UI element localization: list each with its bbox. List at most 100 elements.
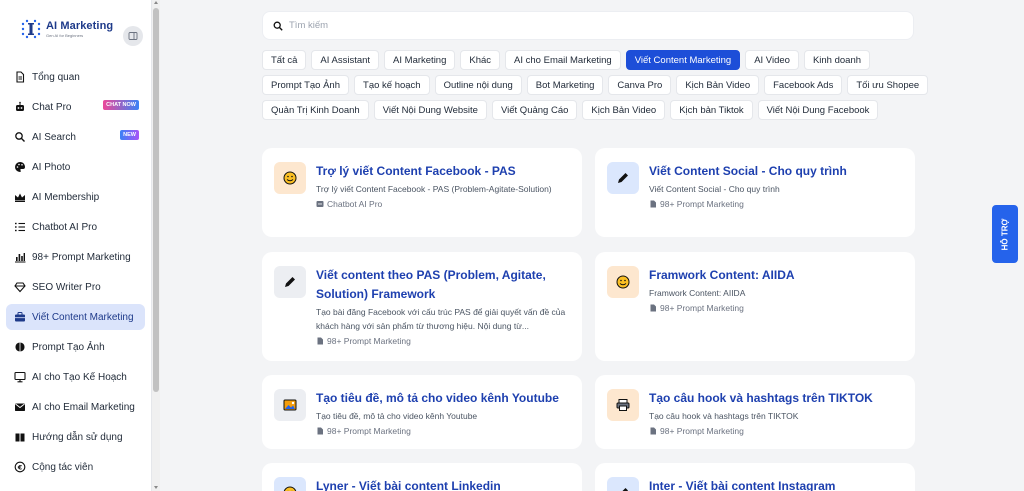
prompt-card[interactable]: Tạo câu hook và hashtags trên TIKTOK Tạo… — [595, 375, 915, 449]
sidebar-item-label: AI cho Email Marketing — [32, 401, 135, 413]
tag-tat-ca[interactable]: Tất cả — [262, 50, 307, 70]
prompt-card[interactable]: Inter - Viết bài content Instagram — [595, 463, 915, 491]
sidebar-item-huong-dan[interactable]: Hướng dẫn sử dụng — [6, 424, 145, 450]
document-icon — [317, 337, 323, 345]
tag-viet-quang-cao[interactable]: Viết Quảng Cáo — [491, 100, 578, 120]
sidebar-item-cong-tac-vien[interactable]: € Cộng tác viên — [6, 454, 145, 480]
tag-bot-marketing[interactable]: Bot Marketing — [526, 75, 604, 95]
tag-ai-marketing[interactable]: AI Marketing — [384, 50, 456, 70]
card-description: Tạo câu hook và hashtags trên TIKTOK — [649, 411, 799, 421]
tag-outline-noi-dung[interactable]: Outline nội dung — [434, 75, 522, 95]
tag-ai-assistant[interactable]: AI Assistant — [311, 50, 380, 70]
sidebar-item-label: Viết Content Marketing — [32, 311, 134, 323]
sidebar-item-ai-tao-ke-hoach[interactable]: AI cho Tạo Kế Hoạch — [6, 364, 145, 390]
tag-kich-ban-video[interactable]: Kịch Bản Video — [676, 75, 760, 95]
card-title: Trợ lý viết Content Facebook - PAS — [316, 164, 516, 178]
tag-kinh-doanh[interactable]: Kinh doanh — [803, 50, 871, 70]
tag-ai-email-marketing[interactable]: AI cho Email Marketing — [505, 50, 621, 70]
sidebar-item-ai-email-marketing[interactable]: AI cho Email Marketing — [6, 394, 145, 420]
sidebar-item-chatbot-ai-pro[interactable]: Chatbot AI Pro — [6, 214, 145, 240]
tag-viet-content-marketing[interactable]: Viết Content Marketing — [625, 50, 741, 70]
card-source: 98+ Prompt Marketing — [649, 303, 903, 313]
scroll-up-icon[interactable] — [154, 1, 158, 4]
picture-icon — [283, 399, 297, 411]
card-source: 98+ Prompt Marketing — [316, 426, 570, 436]
search-bar[interactable] — [262, 11, 914, 40]
sidebar-item-seo-writer-pro[interactable]: SEO Writer Pro — [6, 274, 145, 300]
smiley-icon — [616, 275, 630, 289]
prompt-card[interactable]: Trợ lý viết Content Facebook - PAS Trợ l… — [262, 148, 582, 237]
smiley-icon — [283, 171, 297, 185]
document-icon — [14, 71, 26, 83]
support-button[interactable]: HỖ TRỢ — [992, 205, 1018, 263]
book-icon — [14, 431, 26, 443]
prompt-card[interactable]: Framwork Content: AIIDA Framwork Content… — [595, 252, 915, 361]
card-source-label: Chatbot AI Pro — [327, 199, 383, 209]
prompt-card[interactable]: Tạo tiêu đề, mô tả cho video kênh Youtub… — [262, 375, 582, 449]
tag-canva-pro[interactable]: Canva Pro — [608, 75, 672, 95]
sidebar-item-ai-search[interactable]: AI Search NEW — [6, 124, 145, 150]
pen-icon — [622, 488, 628, 491]
category-tags: Tất cả AI Assistant AI Marketing Khác AI… — [262, 50, 929, 125]
tag-tao-ke-hoach[interactable]: Tạo kế hoạch — [354, 75, 430, 95]
sidebar-item-viet-content-marketing[interactable]: Viết Content Marketing — [6, 304, 145, 330]
card-source: Chatbot AI Pro — [316, 199, 570, 209]
card-source-label: 98+ Prompt Marketing — [327, 426, 411, 436]
sidebar-item-ai-membership[interactable]: AI Membership — [6, 184, 145, 210]
sidebar-item-ai-photo[interactable]: AI Photo — [6, 154, 145, 180]
tag-row: Prompt Tạo Ảnh Tạo kế hoạch Outline nội … — [262, 75, 929, 95]
mail-icon — [14, 401, 26, 413]
document-icon — [650, 200, 656, 208]
document-icon — [650, 304, 656, 312]
pen-icon — [618, 173, 628, 183]
tag-viet-noi-dung-website[interactable]: Viết Nội Dung Website — [373, 100, 487, 120]
sidebar-item-label: AI Photo — [32, 161, 71, 173]
card-icon-container — [607, 389, 639, 421]
tag-khac[interactable]: Khác — [460, 50, 501, 70]
sidebar-item-tong-quan[interactable]: Tổng quan — [6, 64, 145, 90]
tag-kich-ban-tiktok[interactable]: Kịch bản Tiktok — [670, 100, 753, 120]
scrollbar-thumb[interactable] — [153, 8, 159, 392]
card-icon-container — [274, 162, 306, 194]
tag-kich-ban-video-2[interactable]: Kịch Bản Video — [582, 100, 666, 120]
sidebar-item-chat-pro[interactable]: Chat Pro CHAT NOW — [6, 94, 145, 120]
tag-viet-noi-dung-facebook[interactable]: Viết Nội Dung Facebook — [757, 100, 879, 120]
document-icon — [650, 427, 656, 435]
tag-toi-uu-shopee[interactable]: Tối ưu Shopee — [847, 75, 929, 95]
prompt-card[interactable]: Viết content theo PAS (Problem, Agitate,… — [262, 252, 582, 361]
brand[interactable]: AI Marketing Gen AI for Beginners — [0, 0, 151, 58]
brain-icon — [14, 341, 26, 353]
card-description: Trợ lý viết Content Facebook - PAS (Prob… — [316, 184, 552, 194]
tag-quan-tri-kinh-doanh[interactable]: Quản Trị Kinh Doanh — [262, 100, 369, 120]
bot-icon — [316, 201, 324, 207]
sidebar-item-label: AI cho Tạo Kế Hoạch — [32, 371, 127, 383]
coin-icon: € — [14, 461, 26, 473]
card-title: Viết Content Social - Cho quy trình — [649, 164, 847, 178]
collapse-sidebar-button[interactable] — [123, 26, 143, 46]
prompt-card[interactable]: Lyner - Viết bài content Linkedin — [262, 463, 582, 491]
sidebar-item-prompt-tao-anh[interactable]: Prompt Tạo Ảnh — [6, 334, 145, 360]
brand-subtitle: Gen AI for Beginners — [46, 33, 84, 38]
scroll-down-icon[interactable] — [154, 486, 158, 489]
sidebar-scrollbar[interactable] — [152, 0, 160, 491]
sidebar: AI Marketing Gen AI for Beginners Tổng q… — [0, 0, 152, 491]
main-content: Tất cả AI Assistant AI Marketing Khác AI… — [160, 0, 1024, 491]
card-source: 98+ Prompt Marketing — [649, 426, 903, 436]
sidebar-item-98-prompt-marketing[interactable]: 98+ Prompt Marketing — [6, 244, 145, 270]
tag-prompt-tao-anh[interactable]: Prompt Tạo Ảnh — [262, 75, 350, 95]
search-input[interactable] — [289, 20, 889, 31]
card-source-label: 98+ Prompt Marketing — [660, 426, 744, 436]
card-source: 98+ Prompt Marketing — [316, 336, 570, 346]
tag-facebook-ads[interactable]: Facebook Ads — [764, 75, 843, 95]
logo-icon — [20, 18, 42, 40]
tag-ai-video[interactable]: AI Video — [745, 50, 799, 70]
card-icon-container — [274, 477, 306, 491]
card-title: Lyner - Viết bài content Linkedin — [316, 479, 501, 491]
card-icon-container — [274, 266, 306, 298]
card-icon-container — [607, 477, 639, 491]
sidebar-nav: Tổng quan Chat Pro CHAT NOW AI Search NE… — [0, 58, 151, 480]
sidebar-item-label: 98+ Prompt Marketing — [32, 251, 131, 263]
prompt-card[interactable]: Viết Content Social - Cho quy trình Viết… — [595, 148, 915, 237]
card-title: Inter - Viết bài content Instagram — [649, 479, 836, 491]
sidebar-item-label: Chatbot AI Pro — [32, 221, 98, 233]
